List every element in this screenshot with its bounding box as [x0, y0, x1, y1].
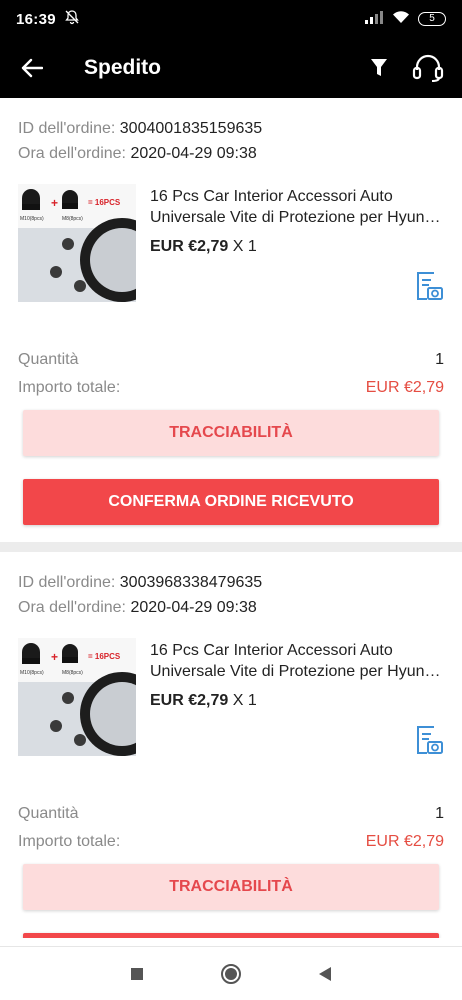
photo-review-icon[interactable]: [414, 724, 444, 756]
product-title-line: 16 Pcs Car Interior Accessori Auto: [150, 642, 393, 659]
order-summary: Quantità 1 Importo totale: EUR €2,79: [0, 346, 462, 402]
order-card: ID dell'ordine: 3003968338479635 Ora del…: [0, 552, 462, 938]
thumb-label-m8: M8(8pcs): [62, 216, 83, 222]
product-title[interactable]: 16 Pcs Car Interior Accessori Auto Unive…: [150, 186, 442, 228]
product-price: EUR €2,79 X 1: [150, 692, 257, 710]
price-value: EUR €2,79: [150, 692, 229, 709]
svg-text:+: +: [51, 650, 58, 664]
total-value: EUR €2,79: [365, 833, 444, 850]
order-meta: ID dell'ordine: 3003968338479635 Ora del…: [0, 552, 462, 620]
order-card: ID dell'ordine: 3004001835159635 Ora del…: [0, 98, 462, 538]
product-title-line: Universale Vite di Protezione per Hyunda…: [150, 663, 442, 680]
quantity-multiplier: X 1: [232, 238, 257, 255]
app-bar: Spedito: [0, 38, 462, 98]
order-meta: ID dell'ordine: 3004001835159635 Ora del…: [0, 98, 462, 166]
status-bar: 16:39 5: [0, 0, 462, 38]
filter-icon[interactable]: [370, 58, 388, 78]
order-id-label: ID dell'ordine:: [18, 120, 116, 137]
thumb-caption: = 16PCS: [88, 652, 121, 661]
tracking-button[interactable]: TRACCIABILITÀ: [23, 410, 439, 456]
photo-review-icon[interactable]: [414, 270, 444, 302]
battery-icon: 5: [418, 12, 446, 26]
status-time: 16:39: [16, 10, 56, 28]
quantity-value: 1: [435, 351, 444, 368]
order-id: 3003968338479635: [119, 574, 263, 591]
total-label: Importo totale:: [18, 379, 121, 396]
product-title[interactable]: 16 Pcs Car Interior Accessori Auto Unive…: [150, 640, 442, 682]
back-arrow-icon[interactable]: [0, 38, 64, 98]
product-title-line: 16 Pcs Car Interior Accessori Auto: [150, 188, 393, 205]
thumb-label-m8: M8(8pcs): [62, 670, 83, 676]
thumb-label-m10: M10(8pcs): [20, 216, 44, 222]
product-row[interactable]: + = 16PCS M10(8pcs) M8(8pcs) 16 Pcs Car …: [0, 176, 462, 346]
wifi-icon: [392, 10, 410, 28]
total-value: EUR €2,79: [365, 379, 444, 396]
thumb-caption: = 16PCS: [88, 198, 121, 207]
confirm-receipt-button[interactable]: CONFERMA ORDINE RICEVUTO: [23, 479, 439, 525]
signal-icon: [364, 10, 384, 28]
recents-icon[interactable]: [122, 959, 152, 989]
product-row[interactable]: + = 16PCS M10(8pcs) M8(8pcs) 16 Pcs Car …: [0, 630, 462, 800]
order-time: 2020-04-29 09:38: [130, 599, 257, 616]
total-label: Importo totale:: [18, 833, 121, 850]
home-icon[interactable]: [216, 959, 246, 989]
order-time-label: Ora dell'ordine:: [18, 145, 126, 162]
quantity-label: Quantità: [18, 805, 79, 822]
bell-muted-icon: [64, 9, 80, 29]
order-time: 2020-04-29 09:38: [130, 145, 257, 162]
thumb-label-m10: M10(8pcs): [20, 670, 44, 676]
back-triangle-icon[interactable]: [310, 959, 340, 989]
price-value: EUR €2,79: [150, 238, 229, 255]
quantity-multiplier: X 1: [232, 692, 257, 709]
page-title: Spedito: [84, 56, 161, 79]
order-list[interactable]: ID dell'ordine: 3004001835159635 Ora del…: [0, 98, 462, 938]
order-summary: Quantità 1 Importo totale: EUR €2,79: [0, 800, 462, 856]
quantity-value: 1: [435, 805, 444, 822]
order-id-label: ID dell'ordine:: [18, 574, 116, 591]
card-divider: [0, 542, 462, 552]
svg-text:+: +: [51, 196, 58, 210]
product-title-line: Universale Vite di Protezione per Hyunda…: [150, 209, 442, 226]
order-id: 3004001835159635: [119, 120, 263, 137]
confirm-receipt-button-partial[interactable]: [23, 933, 439, 938]
system-nav-bar: [0, 946, 462, 1000]
order-time-label: Ora dell'ordine:: [18, 599, 126, 616]
product-thumbnail[interactable]: + = 16PCS M10(8pcs) M8(8pcs): [18, 638, 136, 756]
tracking-button[interactable]: TRACCIABILITÀ: [23, 864, 439, 910]
customer-service-icon[interactable]: [412, 54, 444, 82]
product-price: EUR €2,79 X 1: [150, 238, 257, 256]
product-thumbnail[interactable]: + = 16PCS M10(8pcs) M8(8pcs): [18, 184, 136, 302]
quantity-label: Quantità: [18, 351, 79, 368]
